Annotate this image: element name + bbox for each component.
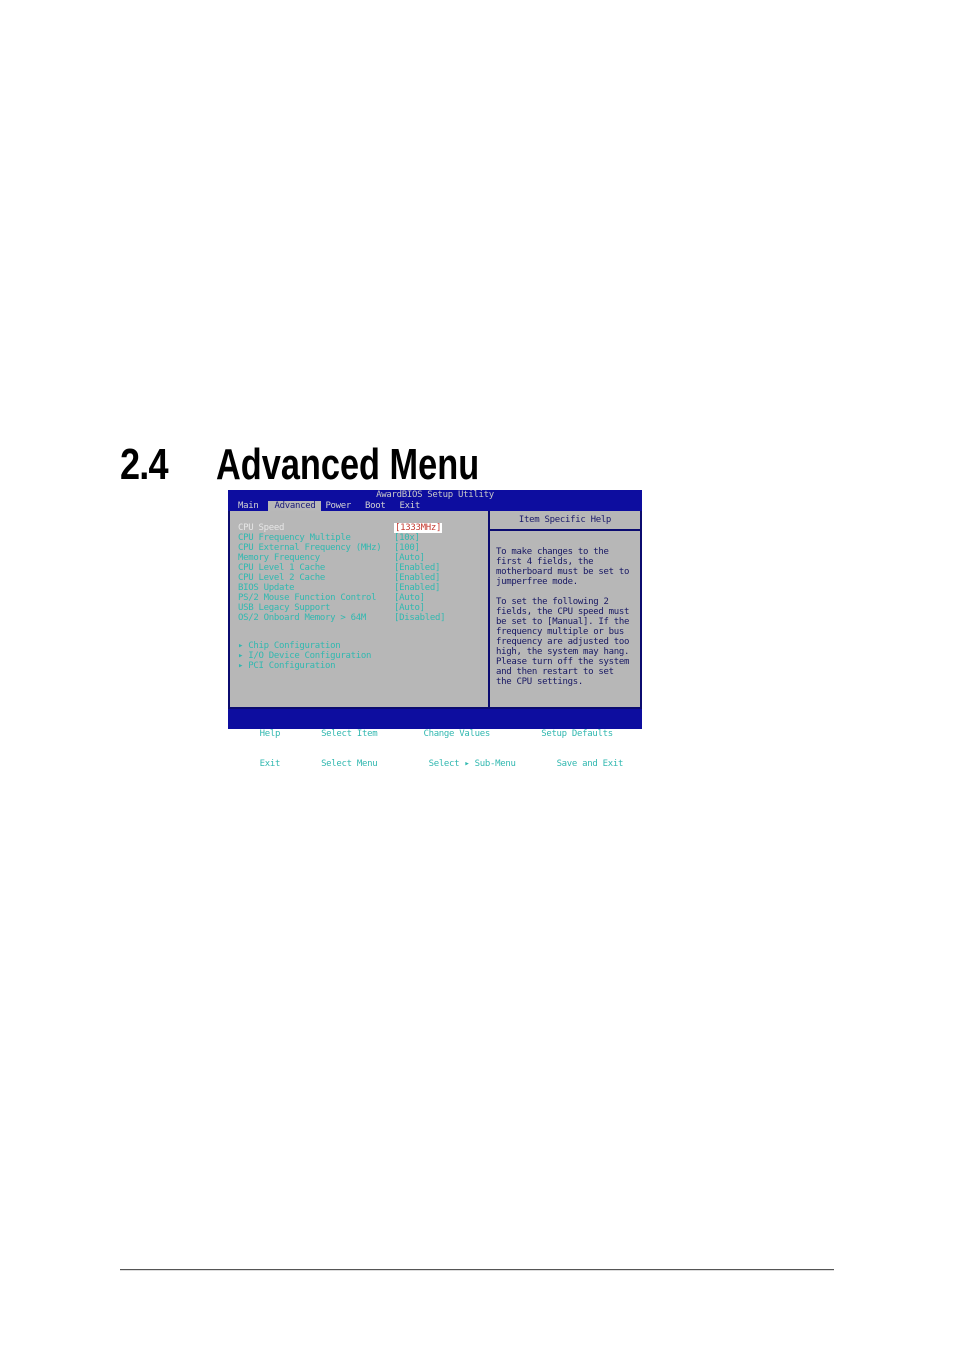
triangle-icon: ▸ xyxy=(238,641,248,651)
triangle-icon: ▸ xyxy=(238,651,248,661)
bios-menu-boot[interactable]: Boot xyxy=(361,501,395,511)
submenu-chip-config[interactable]: ▸ Chip Configuration xyxy=(238,641,484,651)
setting-bios-update[interactable]: BIOS Update [Enabled] xyxy=(238,583,484,593)
setting-value: [10x] xyxy=(394,533,420,543)
setting-label: CPU External Frequency (MHz) xyxy=(238,543,394,553)
submenu-io-device[interactable]: ▸ I/O Device Configuration xyxy=(238,651,484,661)
page: 2.4 Advanced Menu AwardBIOS Setup Utilit… xyxy=(0,0,954,1351)
footer-key: ←→ xyxy=(295,759,305,769)
footer-text: Exit xyxy=(260,759,280,769)
bios-body: CPU Speed [1333MHz] CPU Frequency Multip… xyxy=(228,511,642,709)
setting-label: PS/2 Mouse Function Control xyxy=(238,593,394,603)
setting-ps2-mouse[interactable]: PS/2 Mouse Function Control [Auto] xyxy=(238,593,484,603)
setting-value: [100] xyxy=(394,543,420,553)
footer-key: ESC xyxy=(234,759,249,769)
setting-label: CPU Level 1 Cache xyxy=(238,563,394,573)
page-footer-rule xyxy=(120,1269,834,1271)
submenu-pci-config[interactable]: ▸ PCI Configuration xyxy=(238,661,484,671)
bios-menu-exit[interactable]: Exit xyxy=(396,501,430,511)
footer-text: Select Menu xyxy=(321,759,377,769)
setting-label: CPU Level 2 Cache xyxy=(238,573,394,583)
help-panel-title: Item Specific Help xyxy=(490,515,640,531)
submenu-label: Chip Configuration xyxy=(248,641,340,651)
setting-label: USB Legacy Support xyxy=(238,603,394,613)
bios-menu-advanced[interactable]: Advanced xyxy=(268,501,321,511)
setting-l2-cache[interactable]: CPU Level 2 Cache [Enabled] xyxy=(238,573,484,583)
footer-text: Select Item xyxy=(321,729,377,739)
bios-screenshot: AwardBIOS Setup Utility Main Advanced Po… xyxy=(228,490,642,729)
bios-footer: F1 Help ↑↓ Select Item -/+ Change Values… xyxy=(228,709,642,729)
setting-os2-memory[interactable]: OS/2 Onboard Memory > 64M [Disabled] xyxy=(238,613,484,623)
footer-row-2: ESC Exit ←→ Select Menu Enter Select ▸ S… xyxy=(234,759,636,769)
footer-key: -/+ xyxy=(393,729,408,739)
submenu-label: PCI Configuration xyxy=(248,661,335,671)
submenu-label: I/O Device Configuration xyxy=(248,651,371,661)
bios-settings-panel: CPU Speed [1333MHz] CPU Frequency Multip… xyxy=(230,511,488,707)
setting-label: CPU Frequency Multiple xyxy=(238,533,394,543)
footer-key: F1 xyxy=(234,729,244,739)
help-text: To make changes to the first 4 fields, t… xyxy=(496,547,634,687)
setting-value: [Enabled] xyxy=(394,563,440,573)
setting-value: [Auto] xyxy=(394,553,425,563)
footer-key: ↑↓ xyxy=(295,729,305,739)
setting-label: CPU Speed xyxy=(238,523,394,533)
section-heading: 2.4 Advanced Menu xyxy=(120,440,834,490)
triangle-icon: ▸ xyxy=(238,661,248,671)
setting-value: [Auto] xyxy=(394,593,425,603)
footer-row-1: F1 Help ↑↓ Select Item -/+ Change Values… xyxy=(234,729,636,739)
bios-menu-bar: Main Advanced Power Boot Exit xyxy=(228,500,642,511)
bios-help-panel: Item Specific Help To make changes to th… xyxy=(488,511,640,707)
setting-value: [Auto] xyxy=(394,603,425,613)
setting-usb-legacy[interactable]: USB Legacy Support [Auto] xyxy=(238,603,484,613)
footer-text: Select ▸ Sub-Menu xyxy=(429,759,516,769)
bios-menu-power[interactable]: Power xyxy=(321,501,361,511)
setting-cpu-ext-freq[interactable]: CPU External Frequency (MHz) [100] xyxy=(238,543,484,553)
setting-memory-freq[interactable]: Memory Frequency [Auto] xyxy=(238,553,484,563)
footer-key: F5 xyxy=(516,729,526,739)
setting-cpu-speed[interactable]: CPU Speed [1333MHz] xyxy=(238,523,484,533)
footer-text: Setup Defaults xyxy=(541,729,613,739)
heading-title: Advanced Menu xyxy=(216,440,479,490)
bios-menu-main[interactable]: Main xyxy=(234,501,268,511)
footer-text: Change Values xyxy=(423,729,490,739)
bios-title-bar: AwardBIOS Setup Utility xyxy=(228,490,642,500)
setting-l1-cache[interactable]: CPU Level 1 Cache [Enabled] xyxy=(238,563,484,573)
footer-text: Help xyxy=(260,729,280,739)
setting-cpu-freq-mult[interactable]: CPU Frequency Multiple [10x] xyxy=(238,533,484,543)
setting-label: Memory Frequency xyxy=(238,553,394,563)
setting-value: [Enabled] xyxy=(394,583,440,593)
footer-key: Enter xyxy=(393,759,419,769)
footer-text: Save and Exit xyxy=(557,759,624,769)
setting-label: BIOS Update xyxy=(238,583,394,593)
setting-label: OS/2 Onboard Memory > 64M xyxy=(238,613,394,623)
setting-value: [Disabled] xyxy=(394,613,445,623)
heading-number: 2.4 xyxy=(120,440,168,490)
setting-value: [Enabled] xyxy=(394,573,440,583)
setting-value: [1333MHz] xyxy=(394,523,442,533)
footer-key: F10 xyxy=(531,759,546,769)
